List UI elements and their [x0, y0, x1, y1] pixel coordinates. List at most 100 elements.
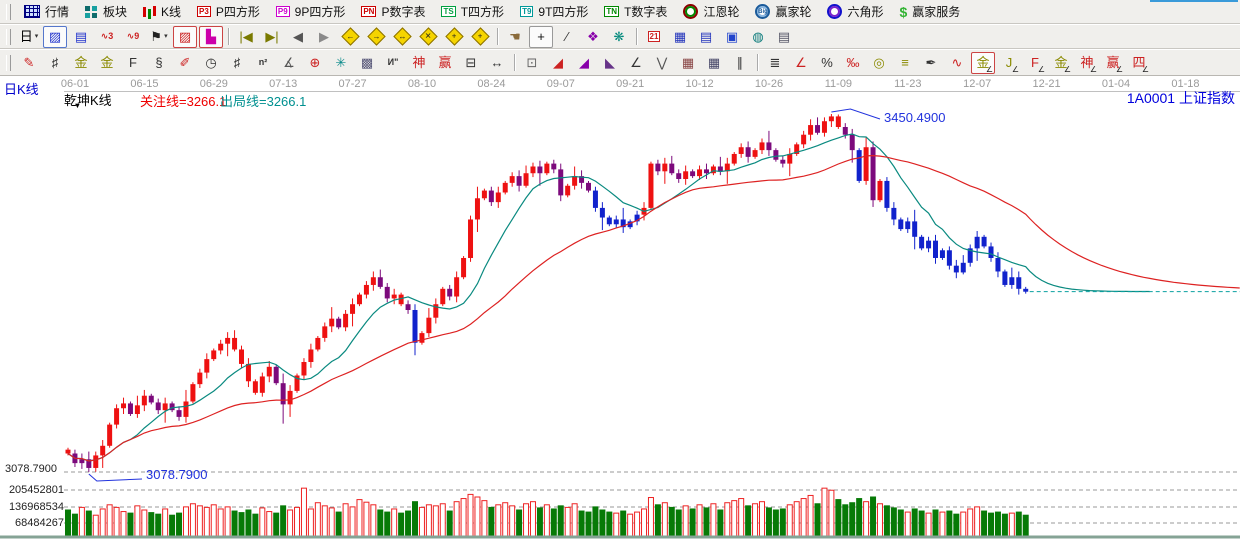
hand-tool-icon[interactable]: ☚ — [503, 26, 527, 48]
calculator-icon[interactable]: ▦ — [668, 26, 692, 48]
net-grid-icon[interactable]: ▩ — [355, 52, 379, 74]
pattern-red-icon[interactable]: ▨ — [173, 26, 197, 48]
gann-fan-dark-icon[interactable]: ◣ — [598, 52, 622, 74]
save-icon[interactable]: ▣ — [720, 26, 744, 48]
ruler-grid-icon[interactable]: ♯ — [43, 52, 67, 74]
ruler-123-icon[interactable]: ⊟ — [459, 52, 483, 74]
toolbar3-grip[interactable] — [6, 55, 11, 71]
menu-9t-square[interactable]: T99T四方形 — [512, 1, 596, 22]
gold2-angle-icon[interactable]: 金∠ — [1049, 52, 1073, 74]
menu-p-square[interactable]: P3P四方形 — [189, 1, 268, 22]
ying-lines-icon[interactable]: 赢 — [433, 52, 457, 74]
volume-bar — [392, 509, 397, 536]
candle-body — [753, 150, 758, 157]
volume-profile-icon[interactable]: ▙ — [199, 26, 223, 48]
wave-percent-icon[interactable]: ∿ — [945, 52, 969, 74]
menubar-grip[interactable] — [6, 4, 11, 20]
percent-icon[interactable]: % — [815, 52, 839, 74]
chip-distribution-icon[interactable]: ▨ — [43, 26, 67, 48]
candle-body — [1009, 277, 1014, 285]
kline-type-caret-icon[interactable]: ▼ — [74, 103, 81, 110]
calendar-21-icon[interactable]: 21 — [642, 26, 666, 48]
web-export-icon[interactable]: ◍ — [746, 26, 770, 48]
volume-bar — [760, 502, 765, 536]
ying-angle-icon[interactable]: 赢∠ — [1101, 52, 1125, 74]
menu-kline[interactable]: K线 — [135, 1, 189, 22]
gold-angle-icon[interactable]: 金∠ — [971, 52, 995, 74]
gann-shape-tool-icon[interactable]: ❖ — [581, 26, 605, 48]
first-bar-icon[interactable]: |◀ — [234, 26, 258, 48]
crosshair-tool-icon[interactable]: + — [529, 26, 553, 48]
wave-shape-tool-icon[interactable]: ❋ — [607, 26, 631, 48]
time-cycle-icon[interactable]: ◷ — [199, 52, 223, 74]
star-grid-icon[interactable]: ✳ — [329, 52, 353, 74]
brush-marker-icon[interactable]: ✐ — [173, 52, 197, 74]
angle-measure-icon[interactable]: ∡ — [277, 52, 301, 74]
angle-lines-icon[interactable]: ∠ — [624, 52, 648, 74]
grid-arrow-icon[interactable]: ▦ — [702, 52, 726, 74]
flag-dropdown[interactable]: ⚑▾ — [147, 26, 171, 48]
box-range-icon[interactable]: ⊡ — [520, 52, 544, 74]
menu-winner-service[interactable]: $赢家服务 — [891, 1, 968, 22]
candle-body — [267, 367, 272, 377]
volume-bar — [336, 512, 341, 536]
span-arrows-icon[interactable]: ↔ — [485, 52, 509, 74]
price-scale-icon[interactable]: ≣ — [763, 52, 787, 74]
print-icon[interactable]: ▤ — [772, 26, 796, 48]
volume-bar — [579, 511, 584, 536]
scale-ruler-icon[interactable]: ♯ — [225, 52, 249, 74]
notes-icon[interactable]: ▤ — [694, 26, 718, 48]
menu-sectors[interactable]: 板块 — [77, 1, 135, 22]
shen-angle-icon[interactable]: 神∠ — [1075, 52, 1099, 74]
gann-fan-purple-icon[interactable]: ◢ — [572, 52, 596, 74]
diamond-x-icon[interactable]: ✕ — [416, 26, 440, 48]
si-angle-icon[interactable]: 四∠ — [1127, 52, 1151, 74]
toolbar2-grip[interactable] — [6, 29, 11, 45]
gold-circle-icon[interactable]: ◎ — [867, 52, 891, 74]
gold-level-icon[interactable]: ≡ — [893, 52, 917, 74]
info-document-icon[interactable]: ▤ — [69, 26, 93, 48]
menu-winner-wheel[interactable]: Big赢家轮 — [747, 1, 819, 22]
permille-icon[interactable]: ‰ — [841, 52, 865, 74]
period-day-dropdown[interactable]: 日▾ — [17, 26, 41, 48]
fibonacci-lines-icon[interactable]: F — [121, 52, 145, 74]
gann-fan-red-icon[interactable]: ◢ — [546, 52, 570, 74]
wave-9-icon[interactable]: ∿9 — [121, 26, 145, 48]
diamond-right-icon[interactable]: → — [364, 26, 388, 48]
f-angle-icon[interactable]: F∠ — [1023, 52, 1047, 74]
kline-type-selector[interactable]: 乾坤K线 — [64, 90, 112, 109]
next-bar-icon[interactable]: ▶ — [312, 26, 336, 48]
menu-quotes[interactable]: 行情 — [16, 1, 77, 22]
menu-t-table[interactable]: TNT数字表 — [596, 1, 675, 22]
trendline-tool-icon[interactable]: ∕ — [555, 26, 579, 48]
wave-mark-icon[interactable]: И" — [381, 52, 405, 74]
menu-hexagon[interactable]: 六角形 — [819, 1, 891, 22]
diamond-cross-icon[interactable]: + — [468, 26, 492, 48]
menu-gann-wheel[interactable]: 江恩轮 — [675, 1, 747, 22]
prev-bar-icon[interactable]: ◀ — [286, 26, 310, 48]
wave-3-icon[interactable]: ∿3 — [95, 26, 119, 48]
parallel-lines-icon[interactable]: ∥ — [728, 52, 752, 74]
diamond-left-icon[interactable]: ← — [338, 26, 362, 48]
gold-section2-icon[interactable]: 金 — [95, 52, 119, 74]
menu-t-square[interactable]: TST四方形 — [433, 1, 512, 22]
n-squared-icon[interactable]: n² — [251, 52, 275, 74]
volume-bar — [836, 500, 841, 536]
diamond-lr-icon[interactable]: ↔ — [390, 26, 414, 48]
grid-box-icon[interactable]: ▦ — [676, 52, 700, 74]
gold-section-icon[interactable]: 金 — [69, 52, 93, 74]
j-angle-icon[interactable]: J∠ — [997, 52, 1021, 74]
last-bar-icon[interactable]: ▶| — [260, 26, 284, 48]
diamond-plus-icon[interactable]: + — [442, 26, 466, 48]
chart-area[interactable]: 06-0106-1506-2907-1307-2708-1008-2409-07… — [0, 76, 1240, 540]
menu-t-table-label: T数字表 — [624, 3, 667, 20]
target-cross-icon[interactable]: ⊕ — [303, 52, 327, 74]
menu-9p-square[interactable]: P99P四方形 — [268, 1, 353, 22]
percent-angle-icon[interactable]: ∠ — [789, 52, 813, 74]
draw-pen-icon[interactable]: ✎ — [17, 52, 41, 74]
ink-note-icon[interactable]: ✒ — [919, 52, 943, 74]
vee-lines-icon[interactable]: ⋁ — [650, 52, 674, 74]
menu-p-table[interactable]: PNP数字表 — [353, 1, 433, 22]
spiral-icon[interactable]: § — [147, 52, 171, 74]
shen-lines-icon[interactable]: 神 — [407, 52, 431, 74]
